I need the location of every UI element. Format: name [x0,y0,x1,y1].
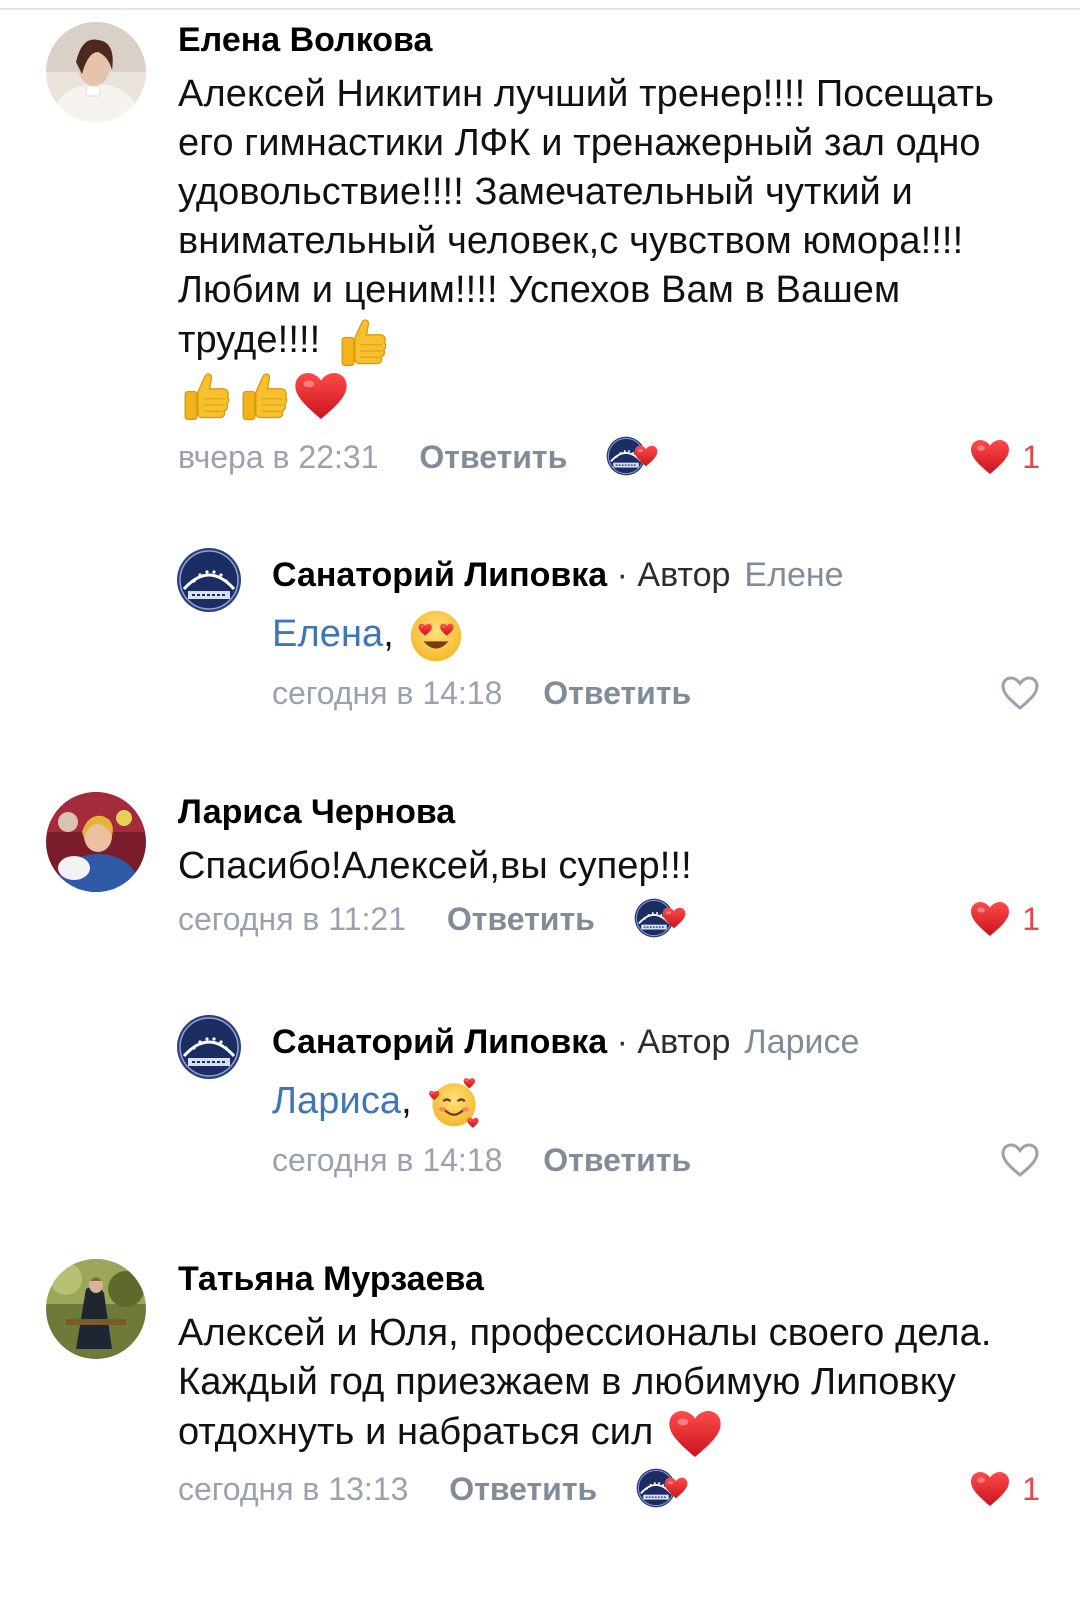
like-button[interactable] [1000,1140,1040,1180]
comment-time[interactable]: сегодня в 11:21 [178,899,406,939]
comment-text-content: , [383,613,394,656]
avatar[interactable] [46,1259,146,1359]
comment-footer: сегодня в 14:18 Ответить [272,673,1040,713]
avatar[interactable] [46,22,146,122]
reply-button[interactable]: Ответить [543,673,691,713]
mention-link[interactable]: Елена [272,613,383,655]
like-button[interactable]: 1 [970,437,1040,477]
like-button[interactable]: 1 [970,899,1040,939]
like-button[interactable]: 1 [970,1469,1040,1509]
reply-button[interactable]: Ответить [449,1469,597,1509]
comment-author[interactable]: Елена Волкова [178,20,1040,60]
mention-link[interactable]: Лариса [272,1080,401,1122]
smiling-face-with-hearts-icon [428,1078,479,1128]
comment-time[interactable]: вчера в 22:31 [178,437,378,477]
reply-to: Елене [744,556,844,594]
reply-button[interactable]: Ответить [543,1140,691,1180]
author-liked-icon [636,1467,688,1508]
comment-author-name[interactable]: Санаторий Липовка [272,556,607,594]
comment-author-name[interactable]: Санаторий Липовка [272,1023,607,1061]
author-liked-icon [606,435,658,476]
comment-footer: вчера в 22:31 Ответить 1 [178,435,1040,477]
author-liked-icon [633,897,686,938]
comment-author: Санаторий Липовка · Автор Елене [272,555,1040,595]
comment-text-content: , [401,1080,412,1123]
comment-text: Елена, [272,609,1040,663]
author-role: · Автор [607,556,731,594]
comment-text: Лариса, [272,1076,1040,1130]
comment-text: Алексей Никитин лучший тренер!!!! Посеща… [178,70,1040,423]
avatar[interactable] [176,547,242,613]
reply-button[interactable]: Ответить [447,899,595,939]
thumbs-up-icon [236,369,290,423]
comment-author[interactable]: Лариса Чернова [178,792,1040,832]
reply-button[interactable]: Ответить [419,437,567,477]
comment-time[interactable]: сегодня в 13:13 [178,1469,408,1509]
like-count: 1 [1022,901,1040,937]
comment-footer: сегодня в 14:18 Ответить [272,1140,1040,1180]
comment-text: Спасибо!Алексей,вы супер!!! [178,842,1040,891]
avatar[interactable] [176,1014,242,1080]
thumbs-up-icon [178,369,232,423]
like-button[interactable] [1000,673,1040,713]
reply-to: Ларисе [744,1023,860,1061]
comment-footer: сегодня в 11:21 Ответить 1 [178,897,1040,939]
author-role: · Автор [607,1023,731,1061]
heart-eyes-icon [410,610,461,662]
thumbs-up-icon [335,315,389,369]
comment-text-content: Спасибо!Алексей,вы супер!!! [178,845,692,887]
like-count: 1 [1022,439,1040,475]
like-count: 1 [1022,1471,1040,1507]
heart-filled-icon [970,901,1010,937]
heart-filled-icon [970,1471,1010,1507]
comment-text-content: Алексей Никитин лучший тренер!!!! Посеща… [178,73,995,362]
comment-time[interactable]: сегодня в 14:18 [272,673,502,713]
comment-footer: сегодня в 13:13 Ответить 1 [178,1467,1040,1509]
heart-outline-icon [1001,1143,1039,1177]
heart-outline-icon [1001,676,1039,710]
top-divider [0,8,1080,10]
comment-text-content: Алексей и Юля, профессионалы своего дела… [178,1312,992,1454]
avatar[interactable] [46,792,146,892]
comment-author[interactable]: Татьяна Мурзаева [178,1259,1040,1299]
heart-filled-icon [970,439,1010,475]
red-heart-icon [294,369,348,423]
comment-text: Алексей и Юля, профессионалы своего дела… [178,1309,1040,1461]
comment-author: Санаторий Липовка · Автор Ларисе [272,1022,1040,1062]
comment-time[interactable]: сегодня в 14:18 [272,1140,502,1180]
red-heart-icon [668,1407,722,1461]
